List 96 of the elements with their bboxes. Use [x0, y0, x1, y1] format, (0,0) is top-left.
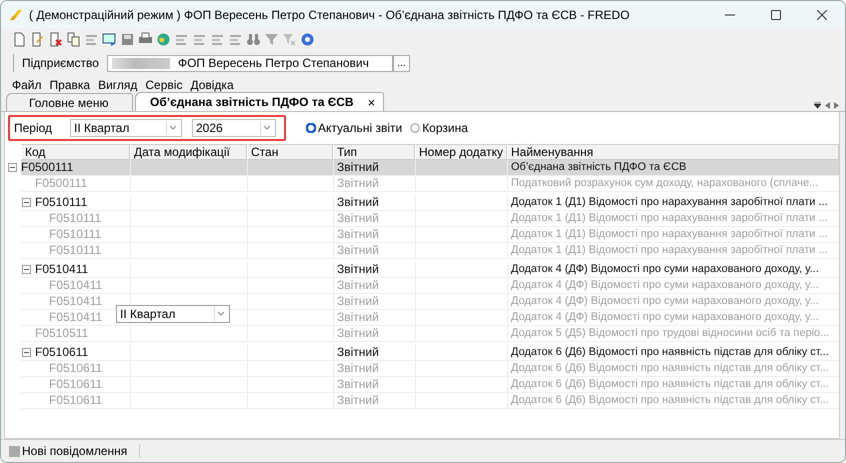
collapse-icon[interactable] [22, 198, 31, 207]
tab-list-icon[interactable] [814, 102, 821, 109]
collapse-icon[interactable] [22, 348, 31, 357]
column-header[interactable]: Стан [247, 144, 333, 160]
globe-icon[interactable] [156, 32, 171, 46]
name-cell: Додаток 4 (ДФ) Відомості про суми нарахованого доходу, у... [507, 278, 839, 293]
enterprise-label: Підприємство [22, 56, 99, 70]
column-header[interactable]: Найменування [507, 144, 839, 160]
code-cell-text: F0510111 [48, 243, 102, 258]
code-cell-text: F0500111 [34, 176, 88, 191]
type-cell: Звітний [333, 393, 415, 408]
menu-item[interactable]: Файл [12, 78, 42, 92]
menu-item[interactable]: Довідка [190, 78, 234, 92]
close-icon [817, 10, 827, 20]
name-cell: Об’єднана звітність ПДФО та ЄСВ [507, 160, 839, 175]
monitor-icon[interactable] [102, 32, 117, 46]
type-cell: Звітний [333, 310, 415, 325]
code-cell-text: F0510111 [48, 211, 102, 226]
enterprise-field[interactable]: ФОП Вересень Петро Степанович [106, 54, 393, 72]
column-header[interactable]: Дата модифікації [130, 144, 247, 160]
tab[interactable]: Головне меню [6, 93, 133, 111]
type-cell: Звітний [333, 160, 415, 175]
code-cell-text: F0510111 [48, 227, 102, 242]
code-cell-text: F0510411 [48, 310, 102, 325]
pencil-icon[interactable] [30, 32, 45, 46]
code-cell-text: F0510611 [48, 393, 102, 408]
scroll-right-icon[interactable] [834, 102, 839, 109]
help-icon[interactable] [300, 32, 315, 46]
menu-item[interactable]: Сервіс [145, 78, 182, 92]
status-message: Нові повідомлення [22, 444, 140, 458]
type-cell: Звітний [333, 176, 415, 191]
browse-button[interactable]: ... [392, 54, 410, 72]
period-dropdown[interactable]: II Квартал [70, 119, 182, 137]
code-cell-text: F0510411 [48, 278, 102, 293]
code-cell: F0510411 [21, 262, 88, 277]
quarter-dropdown[interactable]: II Квартал [116, 305, 230, 323]
type-cell: Звітний [333, 262, 415, 277]
delete-icon[interactable] [48, 32, 63, 46]
maximize-icon [771, 10, 781, 20]
type-cell: Звітний [333, 211, 415, 226]
type-cell: Звітний [333, 243, 415, 258]
name-cell: Додаток 1 (Д1) Відомості про нарахування заробітної плати ... [507, 227, 839, 242]
message-indicator-icon [9, 446, 20, 456]
column-header[interactable]: Код [21, 144, 130, 160]
menu-item[interactable]: Вигляд [98, 78, 138, 92]
type-cell: Звітний [333, 345, 415, 360]
save-icon[interactable] [120, 32, 135, 46]
name-cell: Додаток 4 (ДФ) Відомості про суми нарахованого доходу, у... [507, 310, 839, 325]
year-dropdown[interactable]: 2026 [192, 119, 276, 137]
name-cell: Додаток 6 (Д6) Відомості про наявність підстав для обліку ст... [507, 377, 839, 392]
type-cell: Звітний [333, 361, 415, 376]
table-row[interactable]: F0510111 Звітний Додаток 1 (Д1) Відомості про нарахування заробітної плати ... [21, 195, 839, 211]
tab[interactable]: Об’єднана звітність ПДФО та ЄСВ × [135, 92, 384, 111]
view-radio[interactable]: Корзина [410, 121, 468, 135]
menu-item[interactable]: Правка [50, 78, 90, 92]
dropdown-caret-icon [214, 307, 227, 321]
name-cell: Додаток 1 (Д1) Відомості про нарахування заробітної плати ... [507, 211, 839, 226]
code-cell-text: F0510611 [48, 361, 102, 376]
code-cell: F0500111 [21, 160, 74, 175]
collapse-icon[interactable] [8, 163, 17, 172]
type-cell: Звітний [333, 195, 415, 210]
code-cell-text: F0510611 [48, 377, 102, 392]
page-icon[interactable] [12, 32, 27, 46]
type-cell: Звітний [333, 294, 415, 309]
view-radio[interactable]: Актуальні звіти [306, 121, 402, 135]
dropdown-caret-icon [260, 121, 273, 135]
binoculars-icon[interactable] [246, 32, 261, 46]
code-cell: F0510111 [21, 195, 88, 210]
name-cell: Додаток 4 (ДФ) Відомості про суми нарахованого доходу, у... [507, 294, 839, 309]
name-cell: Додаток 1 (Д1) Відомості про нарахування заробітної плати ... [507, 243, 839, 258]
name-cell: Додаток 5 (Д5) Відомості про трудові відносини осіб та періо... [507, 326, 839, 341]
type-cell: Звітний [333, 227, 415, 242]
app-logo-icon [9, 8, 23, 22]
column-header[interactable]: Тип [333, 144, 415, 160]
type-cell: Звітний [333, 278, 415, 293]
close-tab-button[interactable]: × [368, 94, 376, 110]
type-cell: Звітний [333, 377, 415, 392]
name-cell: Податковий розрахунок сум доходу, нарахованого (сплаче... [507, 176, 839, 191]
window-title: ( Демонстраційний режим ) ФОП Вересень Петро Степанович - Об’єднана звітність ПДФО та ЄСВ - FREDO [29, 8, 631, 22]
name-cell: Додаток 1 (Д1) Відомості про нарахування заробітної плати ... [507, 195, 839, 210]
copy-icon[interactable] [66, 32, 81, 46]
scroll-left-icon[interactable] [825, 102, 830, 109]
column-header[interactable]: Номер додатку [415, 144, 507, 160]
name-cell: Додаток 6 (Д6) Відомості про наявність підстав для обліку ст... [507, 361, 839, 376]
type-cell: Звітний [333, 326, 415, 341]
collapse-icon[interactable] [22, 265, 31, 274]
name-cell: Додаток 6 (Д6) Відомості про наявність підстав для обліку ст... [507, 345, 839, 360]
table-row[interactable]: F0510611 Звітний Додаток 6 (Д6) Відомості про наявність підстав для обліку ст... [21, 345, 839, 361]
name-cell: Додаток 6 (Д6) Відомості про наявність підстав для обліку ст... [507, 393, 839, 408]
table-row[interactable]: F0510411 Звітний Додаток 4 (ДФ) Відомості про суми нарахованого доходу, у... [21, 262, 839, 278]
name-cell: Додаток 4 (ДФ) Відомості про суми нарахованого доходу, у... [507, 262, 839, 277]
dropdown-caret-icon [166, 121, 179, 135]
code-cell: F0510611 [21, 345, 88, 360]
code-cell-text: F0510511 [34, 326, 88, 341]
period-label: Період [14, 121, 54, 135]
code-cell-text: F0510411 [48, 294, 102, 309]
